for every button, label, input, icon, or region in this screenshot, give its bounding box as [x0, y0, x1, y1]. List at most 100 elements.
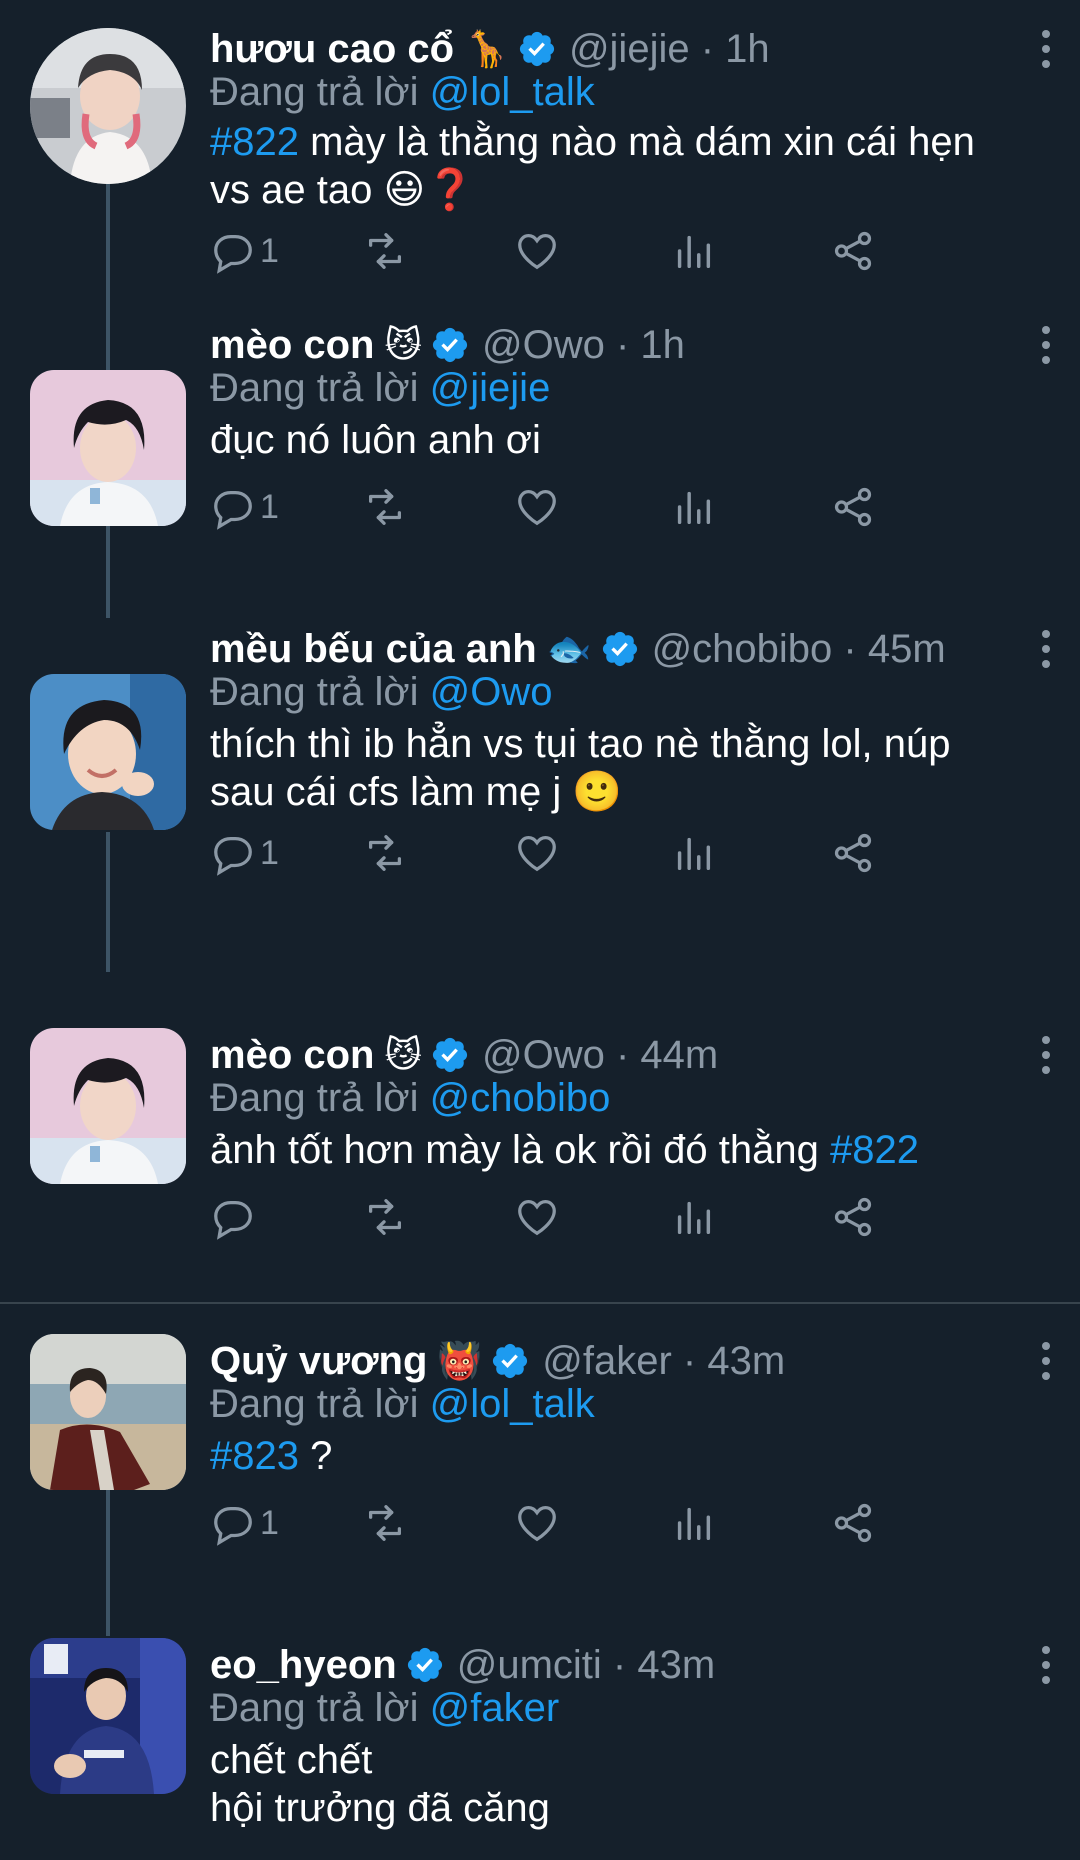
tweet[interactable]: eo_hyeon @umciti · 43m Đang trả lời @fak…: [0, 1638, 1080, 1860]
like-button[interactable]: [514, 482, 560, 532]
share-icon: [834, 1197, 872, 1237]
reply-button[interactable]: 1: [210, 226, 279, 276]
reply-mention-link[interactable]: @chobibo: [430, 1076, 611, 1120]
avatar[interactable]: [30, 1334, 186, 1490]
like-button[interactable]: [514, 1498, 560, 1548]
timeline: hươu cao cổ 🦒 @jiejie · 1h Đang trả lời …: [0, 0, 1080, 1860]
handle[interactable]: @chobibo: [652, 627, 833, 671]
like-button[interactable]: [514, 828, 560, 878]
name-emoji: 🐟: [546, 628, 592, 669]
analytics-button[interactable]: [670, 1498, 716, 1548]
more-options-icon[interactable]: [1026, 320, 1066, 370]
retweet-button[interactable]: [362, 1498, 408, 1548]
handle[interactable]: @Owo: [482, 323, 605, 367]
avatar[interactable]: [30, 1028, 186, 1184]
timestamp[interactable]: 44m: [640, 1033, 718, 1077]
analytics-button[interactable]: [670, 226, 716, 276]
share-icon: [834, 231, 872, 271]
replying-to: Đang trả lời @lol_talk: [210, 1382, 595, 1426]
avatar-photo: [30, 1638, 186, 1794]
display-name[interactable]: mều bếu của anh: [210, 627, 537, 672]
reply-button[interactable]: 1: [210, 482, 279, 532]
tweet-text: thích thì ib hẳn vs tụi tao nè thằng lol…: [210, 722, 951, 814]
display-name[interactable]: hươu cao cổ: [210, 27, 454, 72]
action-bar: 1: [210, 828, 1010, 878]
analytics-icon: [677, 235, 711, 269]
tweet[interactable]: mều bếu của anh 🐟 @chobibo · 45m Đang tr…: [0, 622, 1080, 972]
retweet-button[interactable]: [362, 226, 408, 276]
display-name[interactable]: mèo con: [210, 323, 374, 368]
handle[interactable]: @umciti: [457, 1643, 602, 1687]
replying-to: Đang trả lời @jiejie: [210, 366, 551, 410]
replying-to: Đang trả lời @faker: [210, 1686, 560, 1730]
avatar[interactable]: [30, 28, 186, 184]
avatar[interactable]: [30, 674, 186, 830]
avatar-photo: [30, 674, 186, 830]
timestamp[interactable]: 1h: [640, 323, 685, 367]
tweet[interactable]: mèo con 😼 @Owo · 1h Đang trả lời @jiejie…: [0, 318, 1080, 618]
reply-mention-link[interactable]: @jiejie: [430, 366, 551, 410]
name-emoji: 🦒: [464, 28, 509, 69]
reply-button[interactable]: 1: [210, 828, 279, 878]
tweet[interactable]: hươu cao cổ 🦒 @jiejie · 1h Đang trả lời …: [0, 22, 1080, 382]
retweet-button[interactable]: [362, 1192, 408, 1242]
tweet[interactable]: mèo con 😼 @Owo · 44m Đang trả lời @chobi…: [0, 1028, 1080, 1278]
display-name[interactable]: mèo con: [210, 1033, 374, 1078]
share-button[interactable]: [830, 482, 876, 532]
handle-time: @Owo · 44m: [482, 1032, 719, 1077]
retweet-button[interactable]: [362, 828, 408, 878]
more-options-icon[interactable]: [1026, 1030, 1066, 1080]
heart-icon: [518, 234, 556, 270]
analytics-icon: [677, 491, 711, 525]
timestamp[interactable]: 45m: [868, 627, 946, 671]
handle-time: @umciti · 43m: [456, 1642, 716, 1687]
timestamp[interactable]: 43m: [637, 1643, 715, 1687]
handle[interactable]: @faker: [542, 1339, 672, 1383]
tweet[interactable]: Quỷ vương 👹 @faker · 43m Đang trả lời @l…: [0, 1334, 1080, 1636]
heart-icon: [518, 1506, 556, 1542]
share-icon: [834, 487, 872, 527]
avatar-photo: [30, 1028, 186, 1184]
display-name[interactable]: Quỷ vương: [210, 1339, 427, 1384]
heart-icon: [518, 490, 556, 526]
timestamp[interactable]: 43m: [707, 1339, 785, 1383]
handle[interactable]: @Owo: [482, 1033, 605, 1077]
reply-icon: [214, 836, 252, 876]
hashtag-link[interactable]: #822: [210, 120, 299, 164]
more-options-icon[interactable]: [1026, 1336, 1066, 1386]
avatar-photo: [30, 28, 186, 184]
reply-mention-link[interactable]: @Owo: [430, 670, 553, 714]
analytics-button[interactable]: [670, 482, 716, 532]
replying-to: Đang trả lời @chobibo: [210, 1076, 611, 1120]
retweet-icon: [368, 233, 402, 269]
share-button[interactable]: [830, 226, 876, 276]
reply-button[interactable]: 1: [210, 1498, 279, 1548]
avatar[interactable]: [30, 370, 186, 526]
timestamp[interactable]: 1h: [725, 27, 770, 71]
name-emoji: 😼: [384, 1034, 423, 1075]
share-button[interactable]: [830, 1498, 876, 1548]
avatar[interactable]: [30, 1638, 186, 1794]
more-options-icon[interactable]: [1026, 624, 1066, 674]
share-button[interactable]: [830, 828, 876, 878]
reply-count: 1: [260, 1503, 279, 1542]
tweet-header: mều bếu của anh 🐟 @chobibo · 45m: [210, 622, 1020, 676]
analytics-button[interactable]: [670, 828, 716, 878]
more-options-icon[interactable]: [1026, 1640, 1066, 1690]
hashtag-link[interactable]: #823: [210, 1434, 299, 1478]
more-options-icon[interactable]: [1026, 24, 1066, 74]
reply-mention-link[interactable]: @faker: [430, 1686, 560, 1730]
retweet-button[interactable]: [362, 482, 408, 532]
name-emoji: 👹: [437, 1340, 483, 1381]
like-button[interactable]: [514, 226, 560, 276]
share-button[interactable]: [830, 1192, 876, 1242]
reply-button[interactable]: [210, 1192, 260, 1242]
like-button[interactable]: [514, 1192, 560, 1242]
hashtag-link[interactable]: #822: [830, 1128, 919, 1172]
display-name[interactable]: eo_hyeon: [210, 1643, 397, 1688]
reply-mention-link[interactable]: @lol_talk: [430, 70, 595, 114]
handle[interactable]: @jiejie: [569, 27, 690, 71]
reply-mention-link[interactable]: @lol_talk: [430, 1382, 595, 1426]
tweet-header: mèo con 😼 @Owo · 1h: [210, 318, 1020, 372]
analytics-button[interactable]: [670, 1192, 716, 1242]
